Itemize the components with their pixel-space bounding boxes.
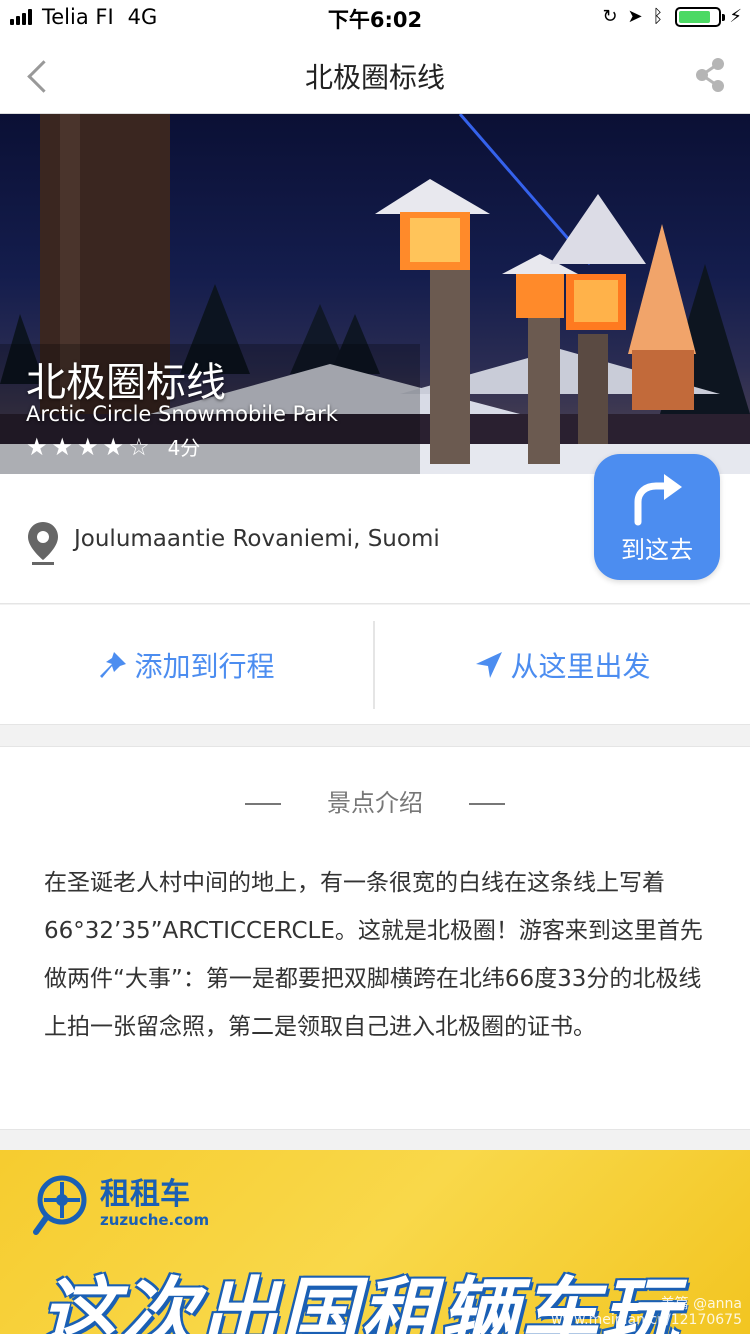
- hero-banner: 北极圈标线 Arctic Circle Snowmobile Park ★ ★ …: [0, 114, 750, 474]
- share-icon: [696, 58, 724, 92]
- location-arrow-icon: ➤: [627, 6, 643, 27]
- nav-bar: 北极圈标线: [0, 36, 750, 114]
- charging-bolt-icon: ⚡: [729, 6, 742, 27]
- ad-brand-block: 租租车 zuzuche.com: [100, 1177, 210, 1230]
- magnifier-wheel-icon: [33, 1175, 87, 1235]
- orientation-lock-icon: ↻: [602, 6, 618, 27]
- action-row: 添加到行程 从这里出发: [0, 605, 750, 725]
- location-pin-icon: [28, 522, 58, 565]
- turn-right-arrow-icon: [634, 474, 682, 526]
- battery-icon: [675, 6, 726, 27]
- heading-line-left: [245, 803, 281, 805]
- heading-line-right: [469, 803, 505, 805]
- watermark: 美篇 @anna www.meipian.cn/12170675: [551, 1296, 742, 1328]
- ad-banner[interactable]: 租租车 zuzuche.com 这次出国租辆车玩 美篇 @anna www.me…: [0, 1150, 750, 1334]
- page-title: 北极圈标线: [304, 61, 445, 94]
- navigation-arrow-icon: [476, 652, 503, 678]
- navigate-here-button[interactable]: 到这去: [594, 454, 720, 580]
- star-filled-icon: ★: [51, 432, 74, 461]
- status-bar: Telia FI 4G 下午6:02 ↻ ➤ ᛒ ⚡: [0, 0, 750, 36]
- watermark-line-1: 美篇 @anna: [660, 1296, 742, 1312]
- intro-heading-text: 景点介绍: [327, 789, 423, 817]
- ad-logo: 租租车 zuzuche.com: [32, 1172, 209, 1236]
- hero-subtitle: Arctic Circle Snowmobile Park: [26, 402, 338, 426]
- intro-heading: 景点介绍: [0, 783, 750, 818]
- rating-score: 4分: [167, 436, 201, 460]
- add-to-itinerary-label: 添加到行程: [134, 650, 275, 683]
- star-filled-icon: ★: [26, 432, 48, 461]
- share-button[interactable]: [694, 56, 726, 94]
- star-filled-icon: ★: [102, 432, 125, 461]
- start-from-here-button[interactable]: 从这里出发: [375, 605, 750, 725]
- address-text: Joulumaantie Rovaniemi, Suomi: [74, 526, 440, 552]
- pin-icon: [100, 652, 127, 678]
- navigate-here-label: 到这去: [621, 536, 693, 564]
- status-right: ↻ ➤ ᛒ ⚡: [592, 6, 742, 27]
- rating: ★ ★ ★ ★ ☆ 4分: [26, 432, 200, 461]
- add-to-itinerary-button[interactable]: 添加到行程: [0, 605, 373, 725]
- star-filled-icon: ★: [77, 432, 99, 461]
- watermark-line-2: www.meipian.cn/12170675: [551, 1312, 742, 1328]
- attraction-intro: 景点介绍 在圣诞老人村中间的地上，有一条很宽的白线在这条线上写着66°32’35…: [0, 746, 750, 1130]
- start-from-here-label: 从这里出发: [510, 650, 651, 683]
- intro-text: 在圣诞老人村中间的地上，有一条很宽的白线在这条线上写着66°32’35”ARCT…: [44, 870, 703, 1040]
- star-empty-icon: ☆: [128, 432, 150, 461]
- bluetooth-icon: ᛒ: [652, 6, 664, 27]
- ad-brand: 租租车: [100, 1177, 190, 1212]
- ad-domain: zuzuche.com: [100, 1211, 210, 1229]
- hero-title: 北极圈标线: [26, 360, 226, 406]
